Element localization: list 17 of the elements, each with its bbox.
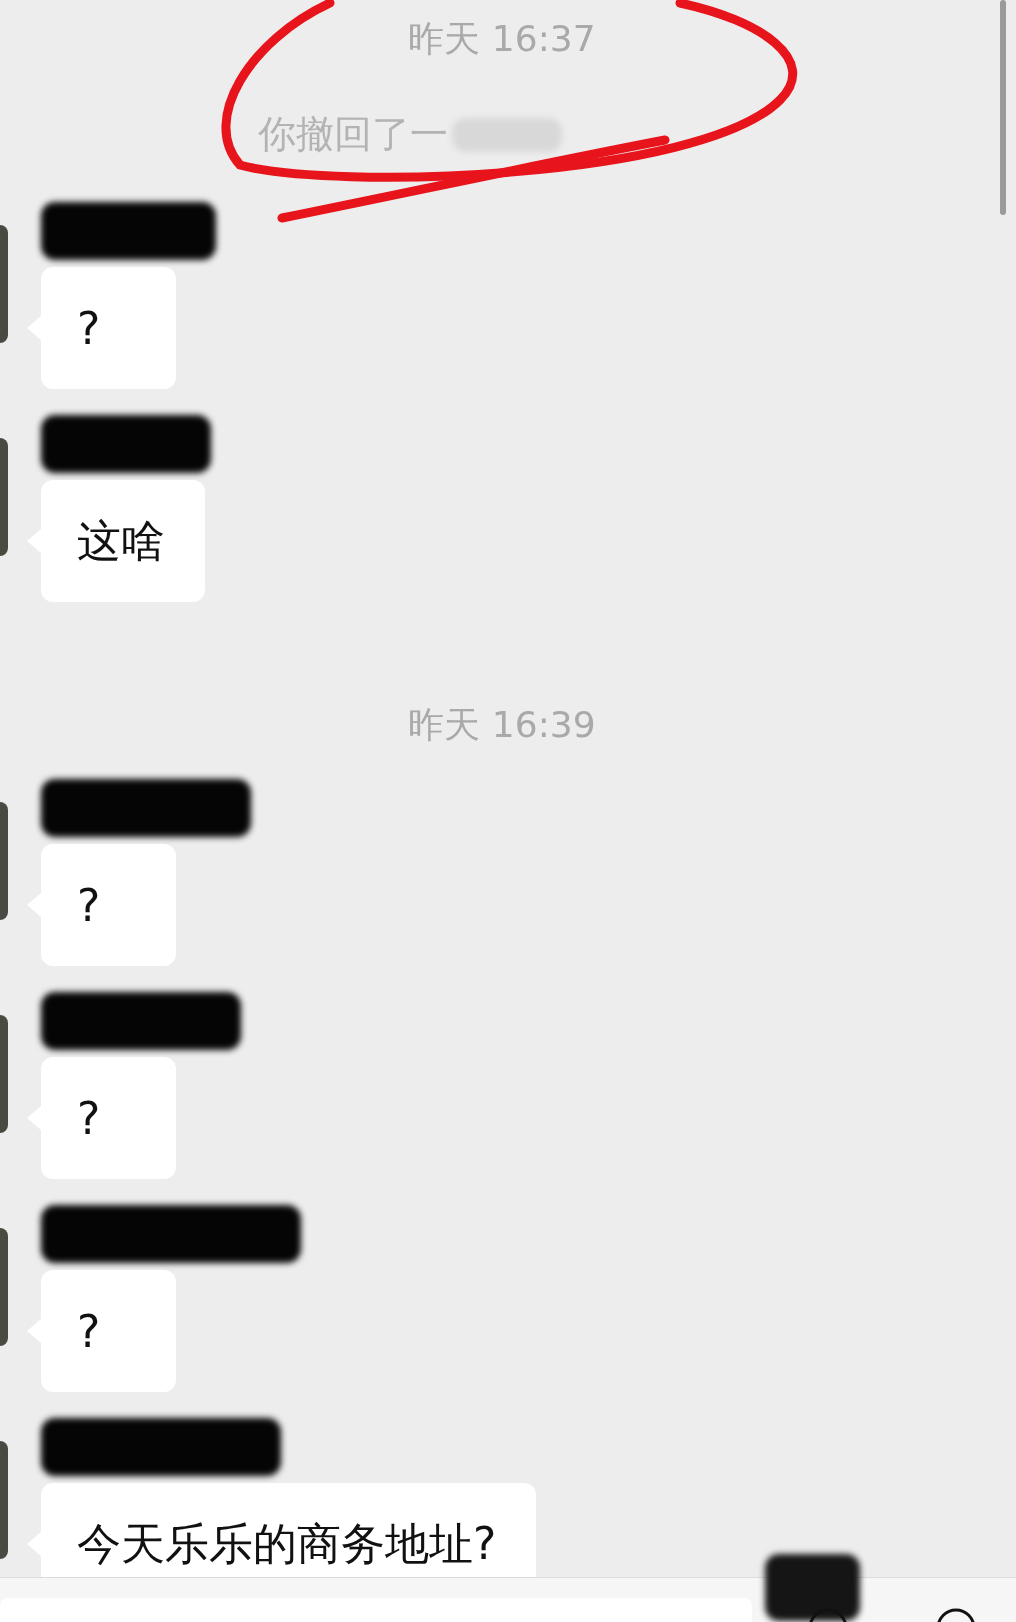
message-bubble[interactable]: 这啥 (41, 480, 205, 602)
avatar[interactable] (0, 1015, 8, 1133)
message-bubble[interactable]: 今天乐乐的商务地址? (41, 1483, 537, 1577)
message-bubble[interactable]: ? (41, 844, 176, 966)
avatar[interactable] (0, 802, 8, 920)
message-bubble[interactable]: ? (41, 1057, 176, 1179)
recall-notice: 你撤回了一 (258, 112, 448, 157)
avatar[interactable] (0, 438, 8, 556)
add-icon[interactable] (936, 1608, 976, 1622)
avatar[interactable] (0, 1228, 8, 1346)
message-bubble[interactable]: ? (41, 267, 176, 389)
avatar[interactable] (0, 225, 8, 343)
message-bubble[interactable]: ? (41, 1270, 176, 1392)
timestamp: 昨天 16:39 (408, 703, 596, 746)
scrollbar[interactable] (1000, 0, 1006, 215)
avatar[interactable] (0, 1441, 8, 1559)
timestamp: 昨天 16:37 (408, 17, 596, 60)
